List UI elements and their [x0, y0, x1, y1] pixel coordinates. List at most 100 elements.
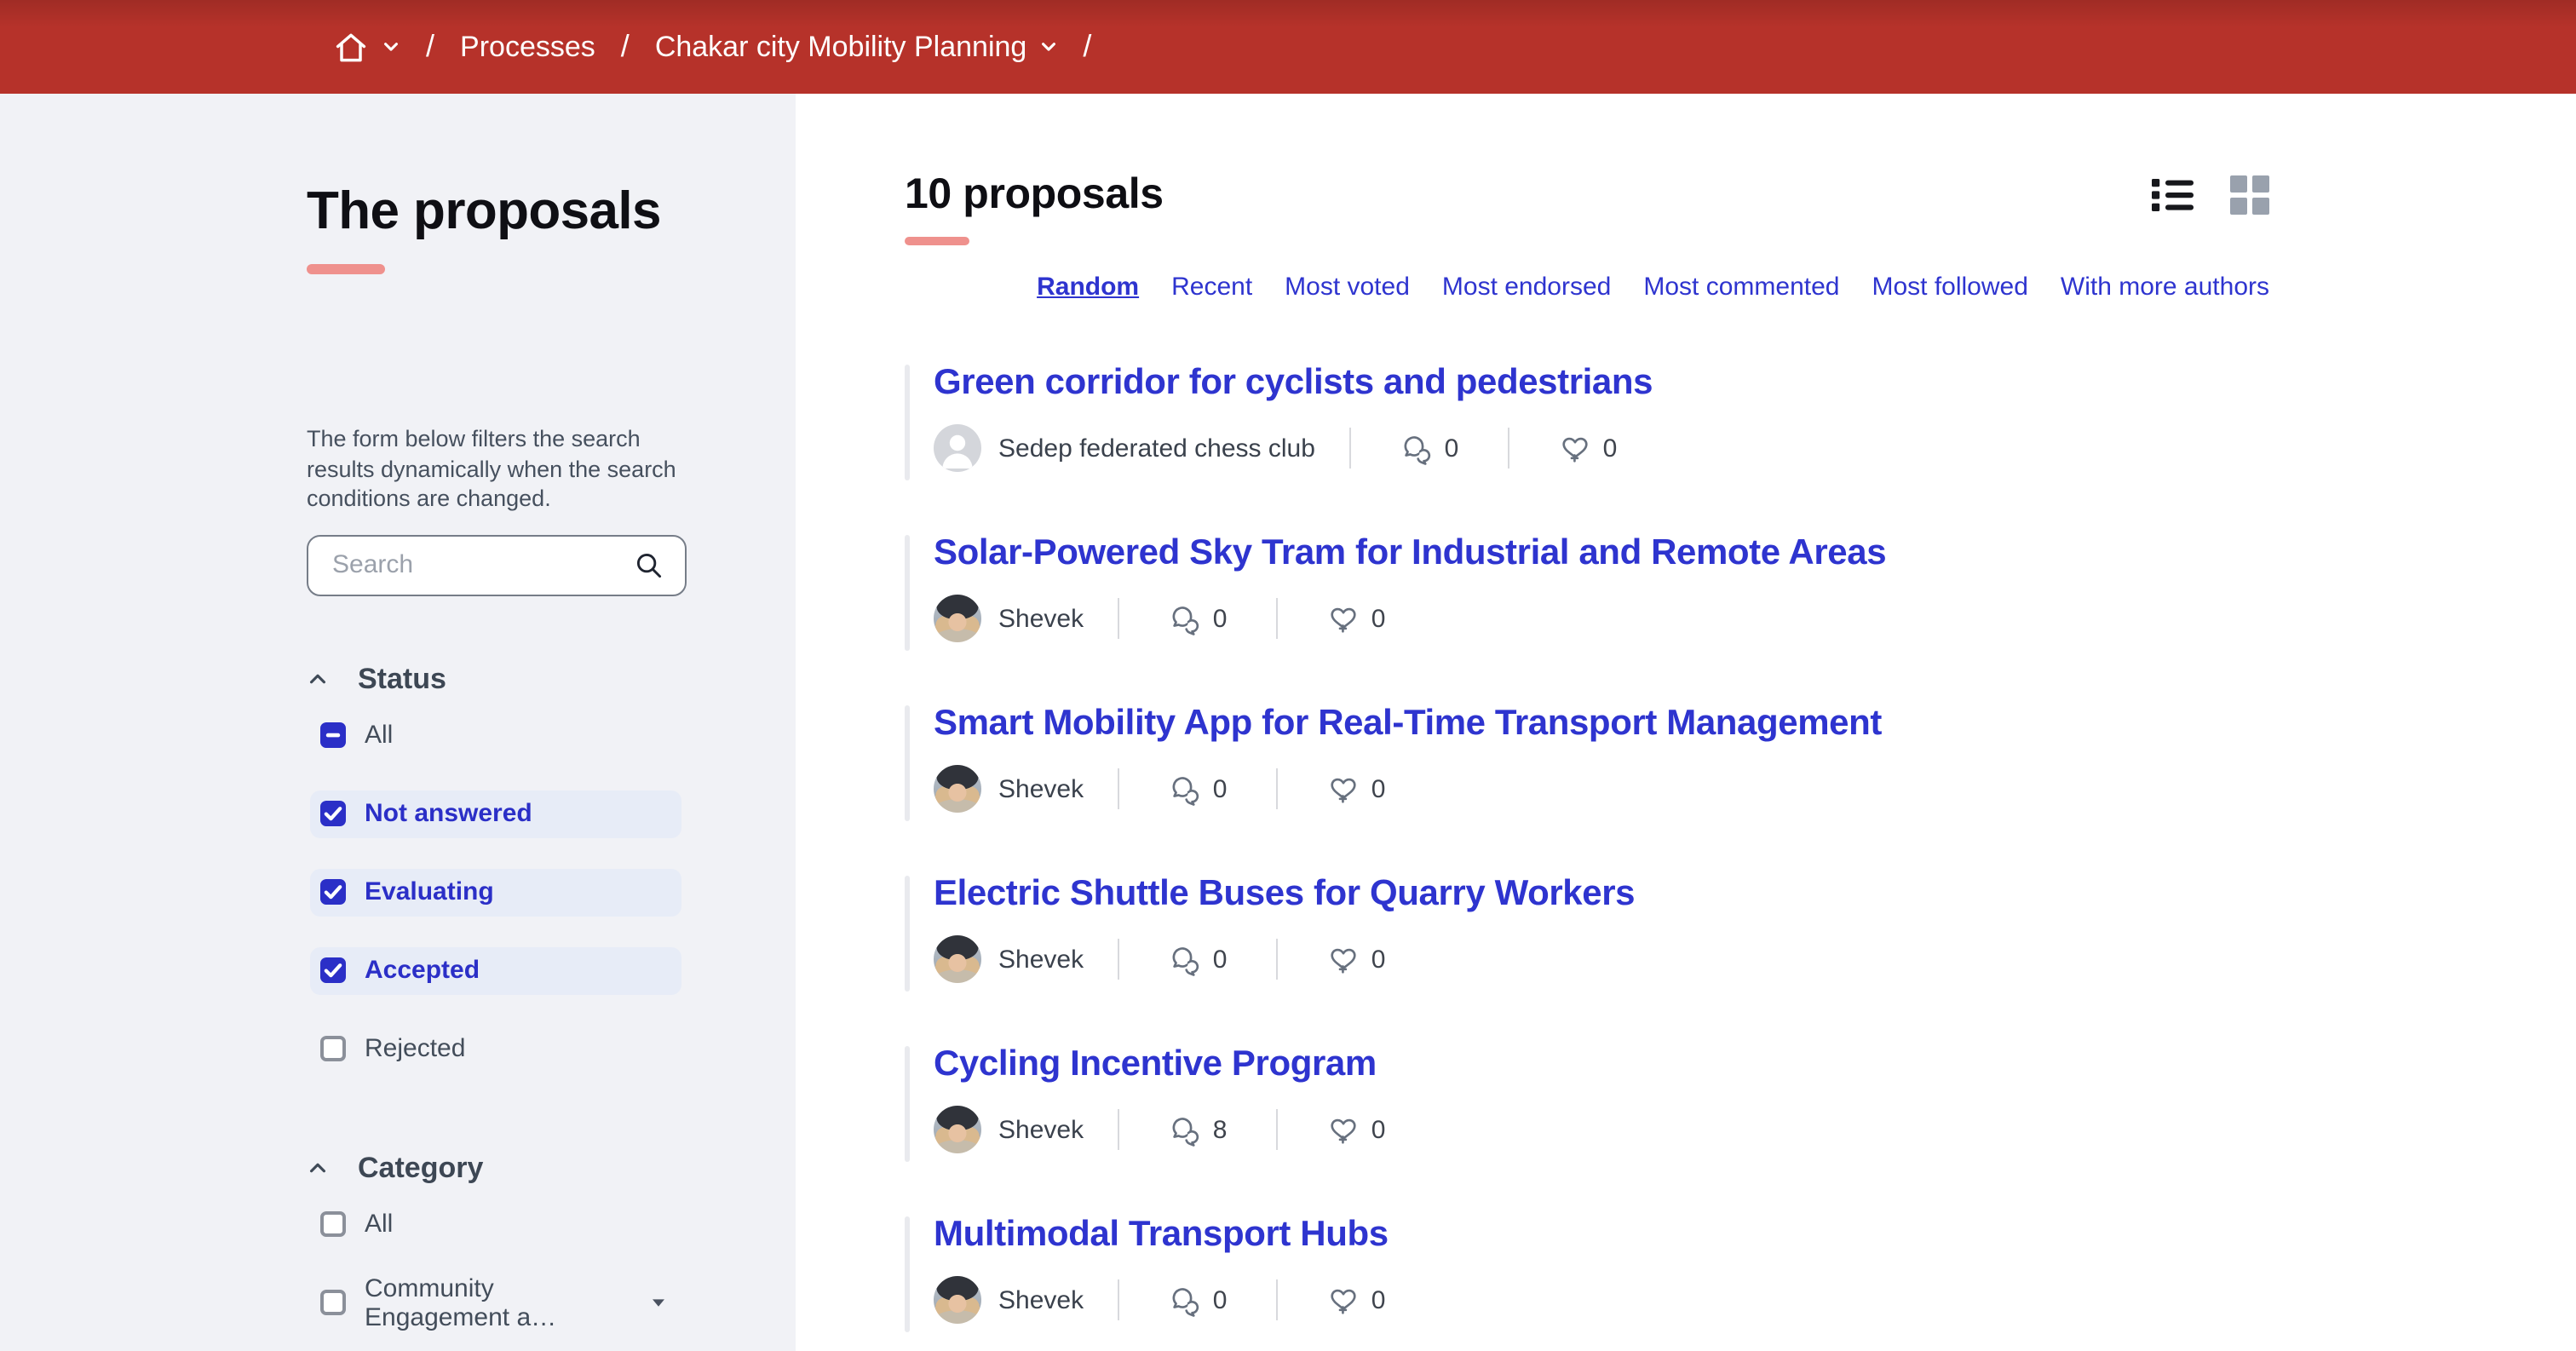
endorsements-count[interactable]: 0 — [1278, 1284, 1435, 1316]
category-section-toggle[interactable]: Category — [307, 1149, 762, 1187]
proposal-title-link[interactable]: Solar-Powered Sky Tram for Industrial an… — [934, 533, 1886, 572]
filter-option-category-community-engagement[interactable]: Community Engagement a… — [310, 1279, 681, 1326]
home-dropdown-toggle[interactable] — [382, 37, 400, 56]
checkbox-checked-icon — [320, 957, 346, 983]
filter-option-status-not-answered[interactable]: Not answered — [310, 790, 681, 837]
proposal-card: Solar-Powered Sky Tram for Industrial an… — [905, 530, 2269, 642]
comments-count[interactable]: 0 — [1119, 773, 1276, 805]
proposals-main: 10 proposals — [796, 94, 2576, 1351]
comments-count[interactable]: 0 — [1119, 602, 1276, 635]
search-box — [307, 534, 687, 595]
proposal-card: Smart Mobility App for Real-Time Transpo… — [905, 700, 2269, 813]
avatar — [934, 595, 981, 642]
author-name: Sedep federated chess club — [998, 434, 1315, 463]
top-navbar: / Processes / Chakar city Mobility Plann… — [0, 0, 2576, 94]
breadcrumb-separator: / — [1083, 29, 1091, 65]
category-section-title: Category — [358, 1151, 483, 1185]
breadcrumb-separator: / — [426, 29, 434, 65]
proposal-title-link[interactable]: Green corridor for cyclists and pedestri… — [934, 363, 1653, 402]
comment-bubbles-icon — [1169, 1113, 1201, 1146]
sort-option-with-more-authors[interactable]: With more authors — [2061, 273, 2269, 302]
proposal-title-link[interactable]: Smart Mobility App for Real-Time Transpo… — [934, 704, 1882, 743]
comment-bubbles-icon — [1169, 943, 1201, 975]
proposal-author[interactable]: Shevek — [934, 595, 1118, 642]
status-section-toggle[interactable]: Status — [307, 660, 762, 698]
caret-down-icon — [649, 1293, 668, 1312]
list-view-button[interactable] — [2152, 176, 2194, 212]
filter-option-category-all[interactable]: All — [310, 1200, 681, 1248]
page: / Processes / Chakar city Mobility Plann… — [0, 0, 2576, 1351]
home-link[interactable] — [332, 28, 370, 66]
filters-sidebar: The proposals The form below filters the… — [0, 94, 796, 1351]
filter-option-label: Evaluating — [365, 877, 494, 906]
author-name: Shevek — [998, 774, 1084, 803]
endorsements-count[interactable]: 0 — [1278, 602, 1435, 635]
sort-option-random[interactable]: Random — [1037, 273, 1139, 302]
comment-bubbles-icon — [1169, 602, 1201, 635]
sort-option-most-commented[interactable]: Most commented — [1643, 273, 1839, 302]
endorsements-count[interactable]: 0 — [1509, 432, 1666, 464]
process-dropdown-toggle[interactable] — [1038, 37, 1057, 56]
search-input[interactable] — [329, 549, 634, 581]
status-filter-section: Status All Not answered — [307, 660, 762, 1072]
filters-description: The form below filters the search result… — [307, 424, 712, 514]
comments-count[interactable]: 8 — [1119, 1113, 1276, 1146]
filter-option-label: All — [365, 1210, 393, 1239]
proposal-author[interactable]: Shevek — [934, 1276, 1118, 1324]
filter-option-status-evaluating[interactable]: Evaluating — [310, 868, 681, 916]
heart-plus-icon — [1327, 1284, 1360, 1316]
filter-option-status-all[interactable]: All — [310, 711, 681, 759]
endorsements-count[interactable]: 0 — [1278, 1113, 1435, 1146]
category-expand-toggle[interactable] — [649, 1293, 668, 1312]
home-icon — [332, 28, 370, 66]
avatar-placeholder — [934, 424, 981, 472]
comments-number: 0 — [1213, 774, 1228, 803]
proposal-author[interactable]: Sedep federated chess club — [934, 424, 1349, 472]
comment-bubbles-icon — [1169, 773, 1201, 805]
checkbox-checked-icon — [320, 879, 346, 905]
proposal-card: Cycling Incentive Program Shevek — [905, 1041, 2269, 1153]
proposal-author[interactable]: Shevek — [934, 1106, 1118, 1153]
author-name: Shevek — [998, 1285, 1084, 1314]
status-section-title: Status — [358, 662, 446, 696]
checkbox-unchecked-icon — [320, 1290, 346, 1315]
checkbox-unchecked-icon — [320, 1211, 346, 1237]
heart-plus-icon — [1327, 602, 1360, 635]
sort-option-most-endorsed[interactable]: Most endorsed — [1442, 273, 1611, 302]
proposal-title-link[interactable]: Cycling Incentive Program — [934, 1044, 1377, 1084]
comments-count[interactable]: 0 — [1119, 943, 1276, 975]
comments-count[interactable]: 0 — [1119, 1284, 1276, 1316]
breadcrumb-link-current-process[interactable]: Chakar city Mobility Planning — [655, 30, 1027, 64]
endorsements-number: 0 — [1371, 604, 1386, 633]
filter-option-label: Rejected — [365, 1034, 465, 1063]
breadcrumb-separator: / — [621, 29, 630, 65]
proposal-author[interactable]: Shevek — [934, 935, 1118, 983]
sort-option-recent[interactable]: Recent — [1171, 273, 1252, 302]
endorsements-number: 0 — [1371, 774, 1386, 803]
avatar — [934, 935, 981, 983]
author-name: Shevek — [998, 604, 1084, 633]
heart-plus-icon — [1327, 943, 1360, 975]
endorsements-count[interactable]: 0 — [1278, 943, 1435, 975]
filter-option-status-accepted[interactable]: Accepted — [310, 946, 681, 994]
grid-view-button[interactable] — [2230, 175, 2269, 214]
breadcrumb-link-processes[interactable]: Processes — [460, 30, 595, 64]
proposal-author[interactable]: Shevek — [934, 765, 1118, 813]
proposal-title-link[interactable]: Electric Shuttle Buses for Quarry Worker… — [934, 874, 1635, 913]
author-name: Shevek — [998, 945, 1084, 974]
sort-option-most-voted[interactable]: Most voted — [1285, 273, 1410, 302]
checkbox-indeterminate-icon — [320, 722, 346, 748]
title-accent-bar — [307, 264, 385, 274]
search-button[interactable] — [634, 549, 664, 580]
comments-number: 0 — [1213, 604, 1228, 633]
heart-plus-icon — [1327, 773, 1360, 805]
sort-option-most-followed[interactable]: Most followed — [1872, 273, 2027, 302]
filter-option-label: All — [365, 721, 393, 750]
filter-option-status-rejected[interactable]: Rejected — [310, 1025, 681, 1072]
comment-bubbles-icon — [1400, 432, 1433, 464]
comments-number: 8 — [1213, 1115, 1228, 1144]
endorsements-count[interactable]: 0 — [1278, 773, 1435, 805]
comments-count[interactable]: 0 — [1351, 432, 1508, 464]
proposal-title-link[interactable]: Multimodal Transport Hubs — [934, 1215, 1389, 1254]
heart-plus-icon — [1559, 432, 1591, 464]
